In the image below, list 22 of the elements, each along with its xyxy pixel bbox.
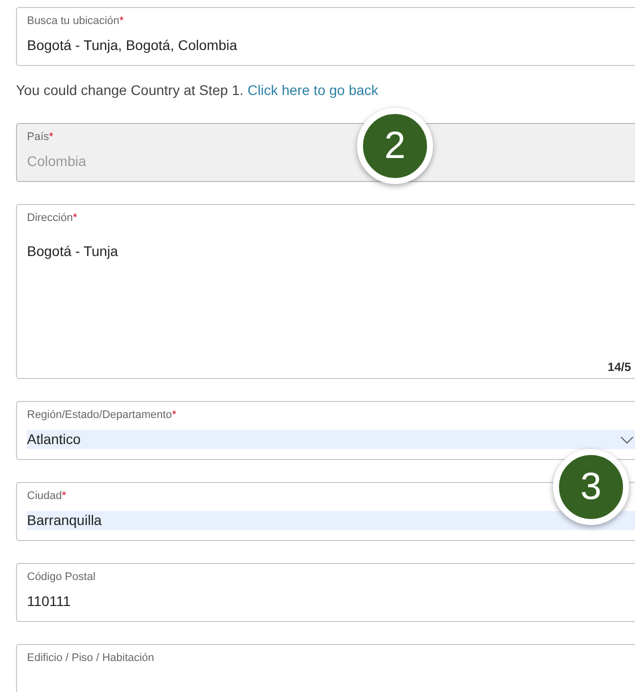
field-label: Dirección*	[27, 213, 78, 224]
text-area[interactable]: Edificio / Piso / Habitación	[16, 644, 635, 692]
field-value: Bogotá - Tunja	[27, 242, 120, 261]
field-label: Edificio / Piso / Habitación	[27, 653, 156, 664]
go-back-link[interactable]: Click here to go back	[248, 80, 378, 101]
select-field[interactable]: Región/Estado/Departamento* Atlantico	[16, 401, 635, 460]
chevron-down-icon	[620, 436, 634, 444]
field-label: Busca tu ubicación*	[27, 16, 125, 27]
field-value: Colombia	[27, 152, 86, 171]
field-label: Ciudad*	[27, 491, 68, 502]
field-label: Código Postal	[27, 572, 96, 583]
info-text: You could change Country at Step 1.	[16, 81, 244, 100]
field-value: Atlantico	[27, 430, 81, 449]
field-value: Bogotá - Tunja, Bogotá, Colombia	[27, 36, 238, 55]
text-area[interactable]: Dirección* Bogotá - Tunja 14/5	[16, 204, 635, 379]
field-value: 110111	[27, 592, 71, 611]
character-counter: 14/5	[608, 359, 631, 376]
input-field[interactable]: Busca tu ubicación* Bogotá - Tunja, Bogotá, Colombia	[16, 7, 635, 66]
field-value: Barranquilla	[27, 511, 102, 530]
field-label: País*	[27, 132, 54, 143]
input-field[interactable]: Código Postal 110111	[16, 563, 635, 622]
field-label: Región/Estado/Departamento*	[27, 410, 178, 421]
